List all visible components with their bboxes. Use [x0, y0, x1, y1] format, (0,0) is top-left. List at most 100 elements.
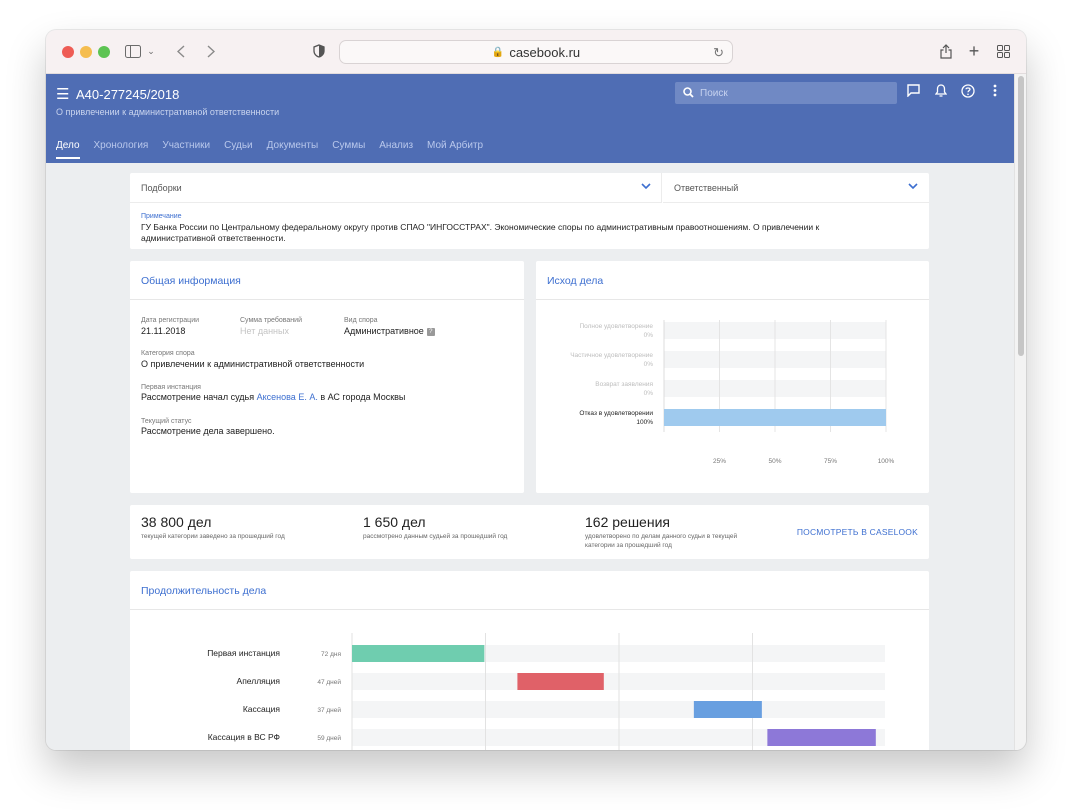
reg-date-label: Дата регистрации: [141, 317, 200, 324]
reload-icon[interactable]: ↻: [713, 45, 724, 61]
outcome-chart: Полное удовлетворение 0% Частичное удовлет…: [570, 320, 895, 465]
tab-judges[interactable]: Судьи: [224, 140, 253, 151]
divider: [130, 299, 524, 300]
outcome-x-tick: 100%: [878, 458, 895, 465]
status-label: Текущий статус: [141, 418, 192, 425]
divider: [130, 609, 929, 610]
note-text: ГУ Банка России по Центральному федераль…: [141, 222, 820, 243]
duration-stage-label: Первая инстанция: [207, 648, 280, 658]
sidebar-icon[interactable]: [124, 40, 142, 62]
claim-sum-value: Нет данных: [240, 326, 289, 336]
help-icon[interactable]: [961, 84, 975, 101]
stat-cases-total-caption: текущей категории заведено за прошедший …: [141, 533, 285, 540]
lock-icon: 🔒: [491, 46, 505, 58]
outcome-title: Исход дела: [547, 275, 604, 287]
forward-icon[interactable]: [204, 40, 218, 62]
claim-sum-label: Сумма требований: [240, 317, 302, 324]
tab-delo[interactable]: Дело: [56, 140, 80, 159]
outcome-category-label: Возврат заявления: [595, 381, 653, 388]
case-number: А40-277245/2018: [76, 87, 180, 102]
outcome-bar: [664, 409, 886, 426]
outcome-x-tick: 75%: [824, 458, 837, 465]
url-text: casebook.ru: [509, 44, 581, 60]
search-icon: [683, 86, 694, 101]
chevron-down-icon: [908, 182, 918, 193]
tab-documents[interactable]: Документы: [267, 140, 319, 151]
category-value: О привлечении к административной ответст…: [141, 359, 365, 369]
outcome-value-label: 100%: [636, 419, 653, 426]
maximize-window-button[interactable]: [98, 46, 110, 58]
stats-card: 38 800 дел текущей категории заведено за…: [130, 505, 929, 559]
chevron-down-icon: [641, 182, 651, 193]
duration-days-label: 72 дня: [321, 651, 341, 658]
page-scrollbar[interactable]: [1014, 74, 1026, 750]
stat-cases-judge-caption: рассмотрено данным судьей за прошедший г…: [363, 533, 508, 540]
first-instance-prefix: Рассмотрение начал судья: [141, 392, 255, 402]
search-input[interactable]: [700, 87, 870, 99]
stat-cases-total: 38 800 дел: [141, 514, 212, 530]
outcome-category-label: Частичное удовлетворение: [570, 352, 653, 359]
plus-icon[interactable]: +: [966, 40, 982, 62]
general-info-card: Общая информация Дата регистрации 21.11.…: [130, 261, 524, 493]
general-info-title: Общая информация: [141, 275, 241, 287]
first-instance-label: Первая инстанция: [141, 384, 201, 391]
duration-days-label: 37 дней: [317, 706, 341, 714]
collections-label: Подборки: [141, 182, 182, 193]
duration-stage-label: Кассация: [243, 704, 281, 714]
responsible-select[interactable]: Ответственный: [663, 173, 929, 203]
case-subtitle: О привлечении к административной ответст…: [56, 107, 280, 117]
divider: [536, 299, 929, 300]
outcome-card: Исход дела Полное удовлетворение 0% Частич…: [536, 261, 929, 493]
app-header: ☰ А40-277245/2018 О привлечении к админи…: [46, 74, 1014, 163]
duration-card: Продолжительность дела Первая инстанция 7…: [130, 571, 929, 750]
duration-bar: [693, 701, 762, 718]
first-instance-value: Рассмотрение начал судья Аксенова Е. А. …: [141, 392, 405, 402]
chevron-down-icon[interactable]: ⌄: [146, 40, 156, 62]
duration-bar: [517, 673, 604, 690]
collections-select[interactable]: Подборки: [130, 173, 662, 203]
outcome-x-tick: 50%: [768, 458, 781, 465]
judge-link[interactable]: Аксенова Е. А.: [257, 392, 318, 402]
status-value: Рассмотрение дела завершено.: [141, 426, 275, 436]
outcome-category-label: Отказ в удовлетворении: [579, 410, 653, 417]
caselook-link[interactable]: ПОСМОТРЕТЬ В CASELOOK: [797, 527, 918, 537]
hamburger-menu-icon[interactable]: ☰: [56, 85, 69, 103]
browser-titlebar: ⌄ 🔒 casebook.ru ↻ +: [46, 30, 1026, 74]
chat-icon[interactable]: [907, 84, 920, 100]
dispute-type-field: Административное?: [344, 326, 435, 336]
back-icon[interactable]: [174, 40, 188, 62]
responsible-label: Ответственный: [674, 182, 739, 193]
stat-decisions: 162 решения: [585, 514, 670, 530]
tab-my-arbitr[interactable]: Мой Арбитр: [427, 140, 483, 151]
share-icon[interactable]: [938, 40, 954, 62]
case-tabs: Дело Хронология Участники Судьи Документ…: [56, 140, 483, 159]
outcome-x-tick: 25%: [713, 458, 726, 465]
tabs-grid-icon[interactable]: [994, 40, 1012, 62]
bell-icon[interactable]: [934, 84, 948, 100]
stat-cases-judge: 1 650 дел: [363, 514, 426, 530]
tab-analysis[interactable]: Анализ: [379, 140, 413, 151]
minimize-window-button[interactable]: [80, 46, 92, 58]
stat-decisions-caption-2: категории за прошедший год: [585, 542, 672, 549]
duration-stage-label: Апелляция: [237, 676, 281, 686]
page-content: ☰ А40-277245/2018 О привлечении к админи…: [46, 74, 1014, 750]
browser-window: ⌄ 🔒 casebook.ru ↻ + ☰ А40-277245/2018 О …: [46, 30, 1026, 750]
tab-sums[interactable]: Суммы: [332, 140, 365, 151]
outcome-value-label: 0%: [644, 361, 654, 368]
outcome-value-label: 0%: [644, 390, 654, 397]
tab-participants[interactable]: Участники: [162, 140, 210, 151]
tab-chronology[interactable]: Хронология: [94, 140, 149, 151]
more-vertical-icon[interactable]: [993, 84, 997, 100]
duration-bar: [767, 729, 876, 746]
shield-icon[interactable]: [312, 40, 326, 62]
duration-days-label: 59 дней: [317, 734, 341, 742]
duration-days-label: 47 дней: [317, 678, 341, 686]
stat-decisions-caption-1: удовлетворено по делам данного судьи в т…: [585, 533, 738, 540]
duration-bar: [352, 645, 485, 662]
close-window-button[interactable]: [62, 46, 74, 58]
duration-title: Продолжительность дела: [141, 585, 267, 597]
scrollbar-thumb[interactable]: [1018, 76, 1024, 356]
search-box[interactable]: [675, 82, 897, 104]
address-bar[interactable]: 🔒 casebook.ru ↻: [339, 40, 733, 64]
question-icon[interactable]: ?: [426, 327, 435, 336]
